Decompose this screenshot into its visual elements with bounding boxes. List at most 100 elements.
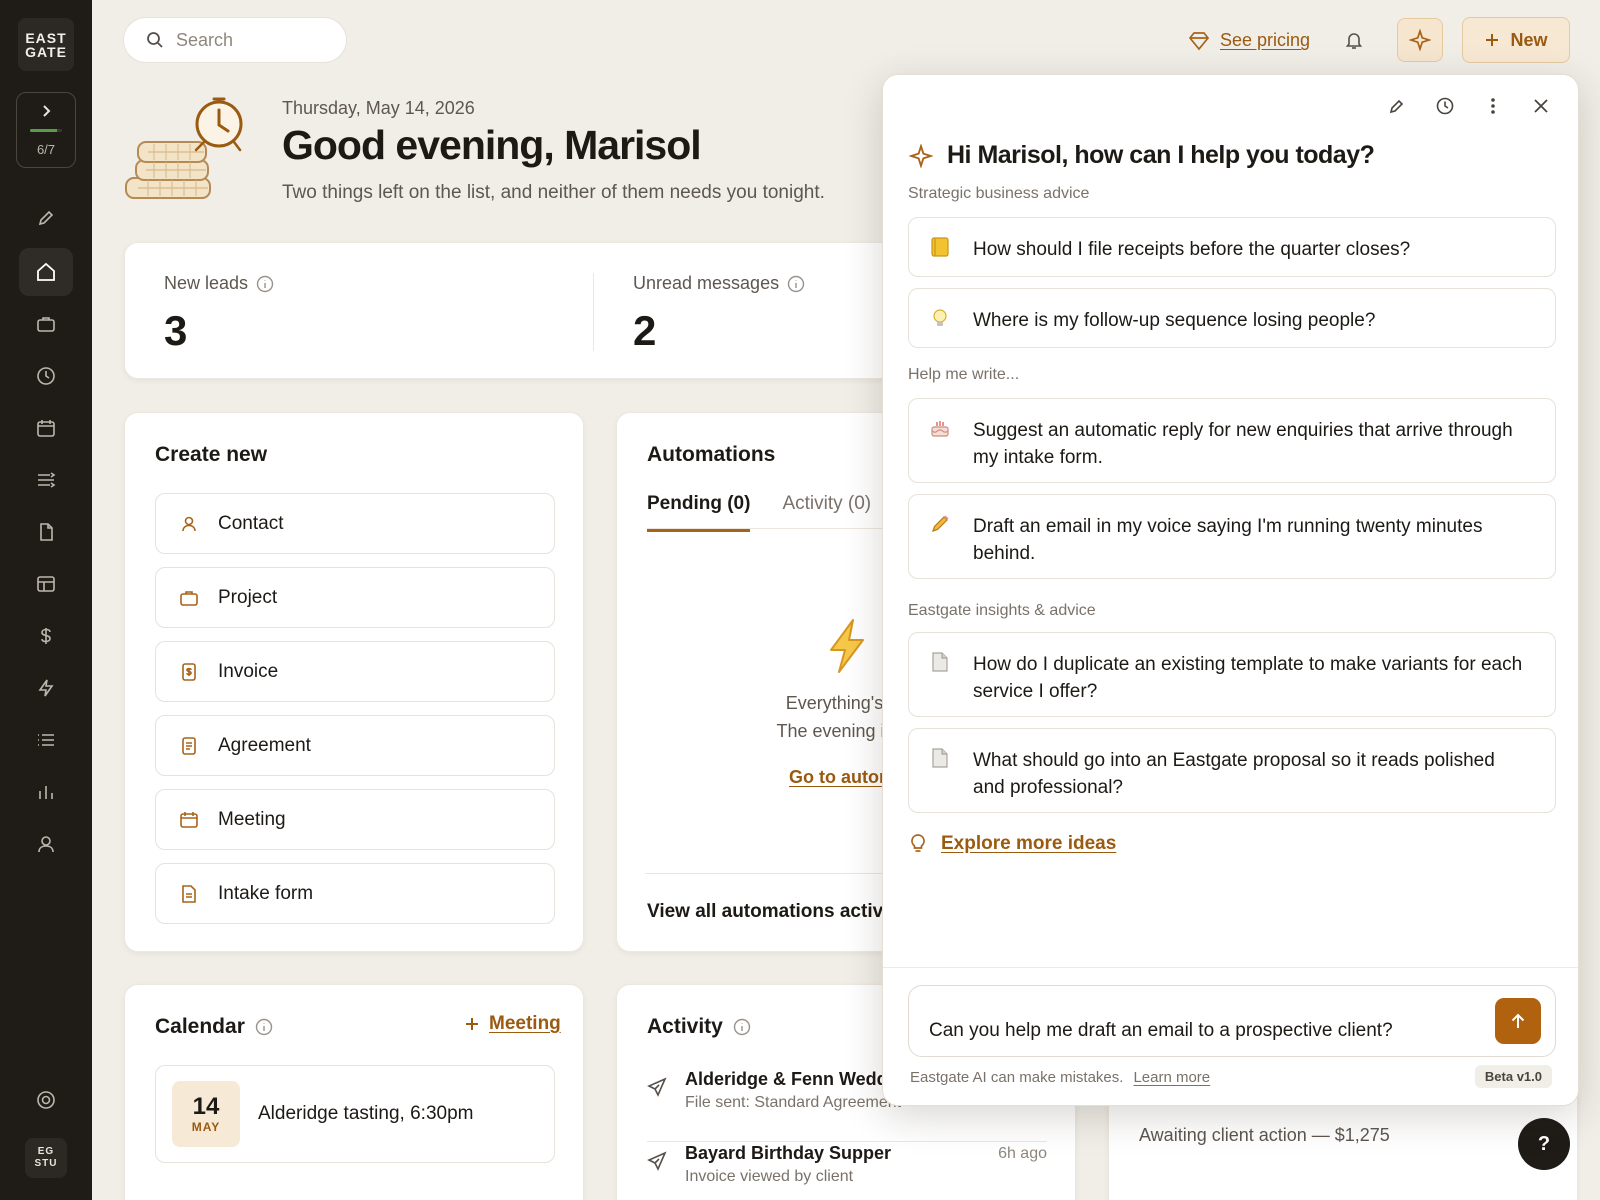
setup-progress[interactable]: 6/7 — [16, 92, 76, 168]
lightbulb-icon — [929, 307, 953, 329]
see-pricing-link[interactable]: See pricing — [1188, 30, 1310, 51]
info-icon[interactable] — [255, 1018, 273, 1036]
settings-ring-icon[interactable] — [19, 1076, 73, 1124]
briefcase-icon[interactable] — [19, 300, 73, 348]
home-icon[interactable] — [19, 248, 73, 296]
send-icon — [647, 1077, 667, 1097]
section-label: Help me write... — [908, 366, 1020, 383]
create-agreement-button[interactable]: Agreement — [155, 715, 555, 776]
ai-assistant-panel: Hi Marisol, how can I help you today? St… — [882, 74, 1579, 1106]
new-button-label: New — [1510, 29, 1548, 50]
stat-label-text: Unread messages — [633, 273, 780, 293]
table-icon[interactable] — [19, 560, 73, 608]
stat-unread-value: 2 — [633, 307, 657, 354]
send-button[interactable] — [1495, 998, 1541, 1044]
panel-greeting: Hi Marisol, how can I help you today? — [909, 141, 1375, 170]
ai-assistant-button[interactable] — [1397, 18, 1443, 62]
calendar-event[interactable]: 14 MAY Alderidge tasting, 6:30pm — [155, 1065, 555, 1163]
add-meeting-label: Meeting — [489, 1013, 561, 1034]
invoice-status: Awaiting client action — $1,275 — [1139, 1125, 1390, 1145]
explore-label: Explore more ideas — [941, 833, 1117, 854]
suggestion-item[interactable]: Draft an email in my voice saying I'm ru… — [908, 494, 1556, 579]
logo[interactable]: EAST GATE — [18, 18, 74, 71]
progress-bar — [30, 129, 62, 132]
suggestion-item[interactable]: What should go into an Eastgate proposal… — [908, 728, 1556, 813]
form-icon — [178, 884, 200, 904]
bar-chart-icon[interactable] — [19, 768, 73, 816]
suggestion-text: How do I duplicate an existing template … — [973, 654, 1523, 702]
suggestion-item[interactable]: Suggest an automatic reply for new enqui… — [908, 398, 1556, 483]
logo-line-1: EAST — [25, 29, 67, 46]
calendar-title-text: Calendar — [155, 1015, 245, 1038]
create-intake-form-button[interactable]: Intake form — [155, 863, 555, 924]
chevron-right-icon — [38, 103, 54, 119]
suggestion-item[interactable]: How should I file receipts before the qu… — [908, 217, 1556, 277]
create-invoice-button[interactable]: Invoice — [155, 641, 555, 702]
lightbulb-icon — [909, 833, 927, 855]
document-icon[interactable] — [19, 508, 73, 556]
stat-label-text: New leads — [164, 273, 249, 293]
avatar[interactable]: EG STU — [25, 1138, 67, 1178]
add-meeting-link[interactable]: Meeting — [465, 1013, 561, 1035]
workflow-icon[interactable] — [19, 456, 73, 504]
search-icon — [146, 31, 164, 49]
new-button[interactable]: New — [1462, 17, 1570, 63]
progress-label: 6/7 — [36, 142, 56, 157]
explore-more-ideas-link[interactable]: Explore more ideas — [909, 833, 1116, 855]
suggestion-item[interactable]: How do I duplicate an existing template … — [908, 632, 1556, 717]
search-input[interactable] — [176, 29, 326, 51]
section-label: Eastgate insights & advice — [908, 602, 1096, 619]
sparkle-icon — [1409, 29, 1431, 51]
edit-icon[interactable] — [19, 194, 73, 242]
suggestion-item[interactable]: Where is my follow-up sequence losing pe… — [908, 288, 1556, 348]
agreement-icon — [178, 736, 200, 756]
clock-icon[interactable] — [19, 352, 73, 400]
logo-line-2: GATE — [25, 43, 67, 60]
history-icon[interactable] — [1432, 93, 1458, 119]
create-meeting-button[interactable]: Meeting — [155, 789, 555, 850]
info-icon[interactable] — [787, 275, 805, 293]
pencil-icon[interactable] — [1384, 93, 1410, 119]
invoice-icon — [178, 662, 200, 682]
more-vertical-icon[interactable] — [1480, 93, 1506, 119]
activity-time: 6h ago — [998, 1145, 1047, 1162]
stat-new-leads-label: New leads — [164, 273, 274, 294]
panel-greeting-text: Hi Marisol, how can I help you today? — [947, 141, 1375, 169]
create-project-button[interactable]: Project — [155, 567, 555, 628]
help-button[interactable]: ? — [1518, 1118, 1570, 1170]
date-badge: 14 MAY — [172, 1081, 240, 1147]
see-pricing-label: See pricing — [1220, 30, 1311, 50]
automation-tabs: Pending (0) Activity (0) — [647, 493, 871, 532]
suggestion-text: What should go into an Eastgate proposal… — [973, 750, 1495, 798]
view-all-automations-link[interactable]: View all automations activi — [647, 901, 888, 923]
list-item[interactable]: Bayard Birthday Supper Invoice viewed by… — [647, 1135, 1047, 1200]
activity-name: Bayard Birthday Supper — [685, 1143, 892, 1163]
section-label: Strategic business advice — [908, 185, 1090, 202]
suggestion-text: Draft an email in my voice saying I'm ru… — [973, 516, 1483, 564]
learn-more-link[interactable]: Learn more — [1133, 1069, 1210, 1086]
notebook-icon — [929, 236, 953, 258]
person-icon[interactable] — [19, 820, 73, 868]
create-contact-button[interactable]: Contact — [155, 493, 555, 554]
dollar-icon[interactable] — [19, 612, 73, 660]
create-item-label: Intake form — [218, 882, 314, 904]
activity-title: Activity — [647, 1015, 751, 1039]
tab-activity[interactable]: Activity (0) — [782, 493, 871, 532]
bell-icon[interactable] — [1344, 30, 1364, 50]
activity-detail: Invoice viewed by client — [685, 1168, 854, 1185]
calendar-icon[interactable] — [19, 404, 73, 452]
close-icon[interactable] — [1528, 93, 1554, 119]
info-icon[interactable] — [733, 1018, 751, 1036]
page-icon — [929, 651, 953, 673]
chat-input[interactable]: Can you help me draft an email to a pros… — [929, 1020, 1469, 1050]
list-icon[interactable] — [19, 716, 73, 764]
divider — [593, 273, 594, 351]
ai-disclaimer: Eastgate AI can make mistakes. Learn mor… — [910, 1069, 1210, 1086]
arrow-up-icon — [1509, 1012, 1527, 1030]
info-icon[interactable] — [256, 275, 274, 293]
chat-composer: Can you help me draft an email to a pros… — [908, 985, 1556, 1057]
search-bar[interactable] — [123, 17, 347, 63]
panel-toolbar — [1384, 93, 1554, 119]
tab-pending[interactable]: Pending (0) — [647, 493, 751, 532]
lightning-icon[interactable] — [19, 664, 73, 712]
